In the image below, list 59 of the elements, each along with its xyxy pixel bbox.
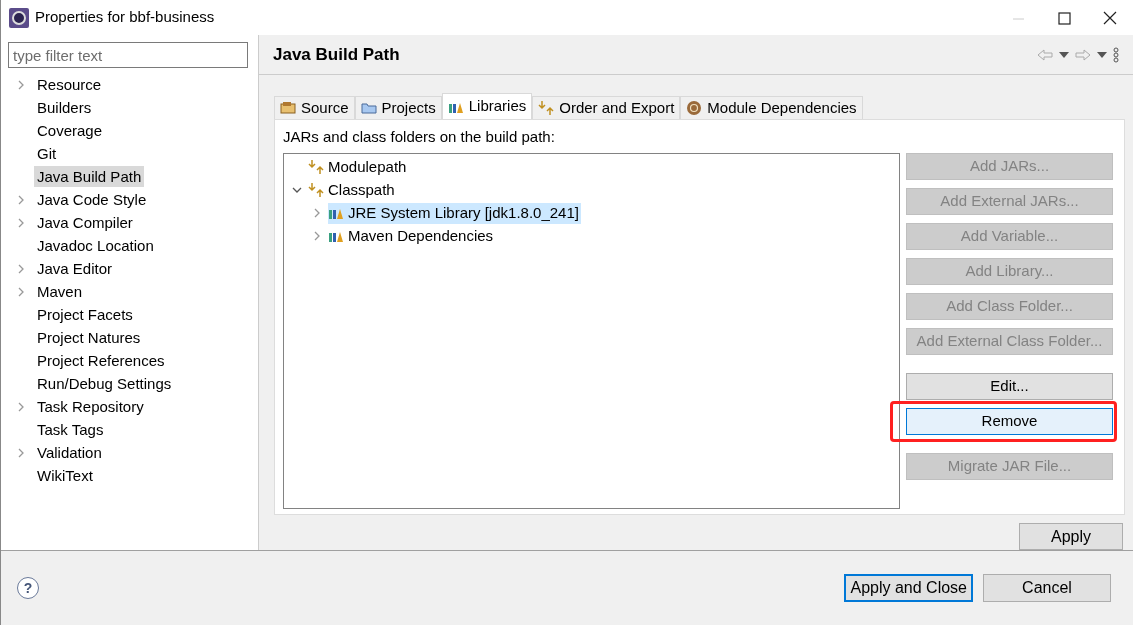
expand-chevron-icon[interactable] [16, 263, 26, 274]
tree-item[interactable]: JRE System Library [jdk1.8.0_241] [328, 202, 581, 224]
sidebar-item[interactable]: Project Natures [34, 327, 144, 348]
tree-item[interactable]: Classpath [308, 179, 397, 201]
expand-chevron-icon[interactable] [16, 401, 26, 412]
sidebar-item[interactable]: Java Editor [34, 258, 116, 279]
sidebar-item[interactable]: Javadoc Location [34, 235, 157, 256]
dropdown-icon[interactable] [1097, 51, 1107, 58]
sidebar-item[interactable]: Run/Debug Settings [34, 373, 175, 394]
sidebar-item[interactable]: Java Build Path [34, 166, 145, 187]
sidebar-item[interactable]: Java Code Style [34, 189, 150, 210]
more-options-icon[interactable] [1113, 46, 1119, 63]
help-icon[interactable]: ? [17, 577, 39, 599]
expand-chevron-icon[interactable] [16, 194, 26, 205]
page-title: Java Build Path [273, 43, 400, 66]
sidebar-item[interactable]: Builders [34, 97, 95, 118]
collapse-chevron-icon[interactable] [292, 185, 302, 195]
expand-chevron-icon[interactable] [16, 286, 26, 297]
sidebar-item[interactable]: Task Repository [34, 396, 147, 417]
tab[interactable]: Module Dependencies [680, 96, 863, 119]
sidebar-item[interactable]: Validation [34, 442, 105, 463]
sidebar-item[interactable]: Resource [34, 74, 105, 95]
tab[interactable]: Libraries [441, 93, 533, 119]
app-logo-icon [9, 7, 29, 28]
round-badge-icon [686, 100, 703, 116]
sidebar-item[interactable]: Maven [34, 281, 86, 302]
tab[interactable]: Projects [354, 96, 442, 119]
action-button[interactable]: Edit... [906, 372, 1113, 400]
dialog-button[interactable]: Cancel [983, 574, 1111, 602]
expand-chevron-icon[interactable] [312, 231, 322, 241]
expand-chevron-icon[interactable] [16, 217, 26, 228]
sidebar-item[interactable]: WikiText [34, 465, 96, 486]
dropdown-icon[interactable] [1059, 51, 1069, 58]
tree-item[interactable]: Maven Dependencies [328, 225, 496, 247]
apply-button[interactable]: Apply [1019, 523, 1123, 550]
window-title: Properties for bbf-business [35, 7, 215, 28]
filter-field[interactable]: type filter text [8, 42, 248, 68]
tab[interactable]: Source [274, 96, 355, 119]
up-down-arrows-icon [308, 159, 324, 175]
up-down-arrows-icon [538, 100, 555, 116]
sidebar-item[interactable]: Task Tags [34, 419, 107, 440]
tree-label: JARs and class folders on the build path: [283, 127, 556, 147]
sidebar-item[interactable]: Project Facets [34, 304, 136, 325]
back-arrow-icon[interactable] [1037, 48, 1053, 61]
folder-icon [360, 100, 377, 116]
expand-chevron-icon[interactable] [16, 447, 26, 458]
sidebar-item[interactable]: Java Compiler [34, 212, 136, 233]
action-button[interactable]: Remove [906, 407, 1113, 435]
forward-arrow-icon[interactable] [1075, 48, 1091, 61]
expand-chevron-icon[interactable] [16, 79, 26, 90]
sidebar-item[interactable]: Git [34, 143, 60, 164]
dialog-button[interactable]: Apply and Close [844, 574, 973, 602]
expand-chevron-icon[interactable] [312, 208, 322, 218]
sidebar-item[interactable]: Project References [34, 350, 168, 371]
tab[interactable]: Order and Export [532, 96, 681, 119]
sidebar-item[interactable]: Coverage [34, 120, 106, 141]
tree-item[interactable]: Modulepath [308, 156, 409, 178]
up-down-arrows-icon [308, 182, 324, 198]
package-icon [280, 100, 296, 116]
